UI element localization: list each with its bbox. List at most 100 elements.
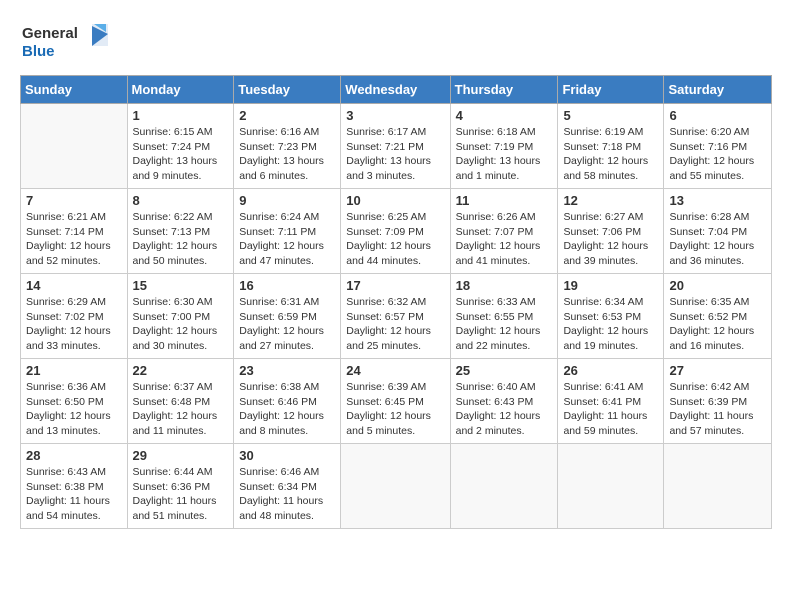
daylight-text: Daylight: 11 hours and 51 minutes. bbox=[133, 495, 217, 522]
daylight-text: Daylight: 12 hours and 2 minutes. bbox=[456, 410, 541, 437]
sunset-text: Sunset: 7:11 PM bbox=[239, 226, 316, 238]
calendar-cell: 4 Sunrise: 6:18 AM Sunset: 7:19 PM Daylight… bbox=[450, 104, 558, 189]
day-header-sunday: Sunday bbox=[21, 76, 128, 104]
calendar-cell: 1Sunrise: 6:15 AMSunset: 7:24 PMDaylight… bbox=[127, 104, 234, 189]
day-number: 30 bbox=[239, 448, 335, 463]
calendar-cell: 11 Sunrise: 6:26 AMSunset: 7:07 PMDayligh… bbox=[450, 189, 558, 274]
svg-text:General: General bbox=[22, 25, 78, 42]
sunrise-text: Sunrise: 6:31 AM bbox=[239, 296, 319, 308]
day-number: 10 bbox=[346, 193, 444, 208]
sunrise-text: Sunrise: 6:18 AM bbox=[456, 126, 536, 138]
sunset-text: Sunset: 7:04 PM bbox=[669, 226, 747, 238]
day-header-saturday: Saturday bbox=[664, 76, 772, 104]
sunrise-text: Sunrise: 6:39 AM bbox=[346, 381, 426, 393]
sunrise-text: Sunrise: 6:36 AM bbox=[26, 381, 106, 393]
sunrise-text: Sunrise: 6:44 AM bbox=[133, 466, 213, 478]
calendar-cell: 7Sunrise: 6:21 AMSunset: 7:14 PMDaylight… bbox=[21, 189, 128, 274]
sunset-text: Sunset: 7:09 PM bbox=[346, 226, 424, 238]
calendar-cell: 26Sunrise: 6:41 AMSunset: 6:41 PMDayligh… bbox=[558, 359, 664, 444]
daylight-text: Daylight: 13 hours and 1 minute. bbox=[456, 155, 541, 182]
daylight-text: Daylight: 12 hours and 19 minutes. bbox=[563, 325, 648, 352]
day-info: Sunrise: 6:22 AMSunset: 7:13 PMDaylight:… bbox=[133, 210, 229, 269]
day-info: Sunrise: 6:36 AMSunset: 6:50 PMDaylight:… bbox=[26, 380, 122, 439]
daylight-text: Daylight: 12 hours and 36 minutes. bbox=[669, 240, 754, 267]
daylight-text: Daylight: 12 hours and 8 minutes. bbox=[239, 410, 324, 437]
day-info: Sunrise: 6:19 AMSunset: 7:18 PMDaylight:… bbox=[563, 125, 658, 184]
day-info: Sunrise: 6:31 AMSunset: 6:59 PMDaylight:… bbox=[239, 295, 335, 354]
day-number: 3 bbox=[346, 108, 444, 123]
sunset-text: Sunset: 7:02 PM bbox=[26, 311, 104, 323]
calendar-table: SundayMondayTuesdayWednesdayThursdayFrid… bbox=[20, 75, 772, 529]
sunrise-text: Sunrise: 6:42 AM bbox=[669, 381, 749, 393]
sunset-text: Sunset: 7:06 PM bbox=[563, 226, 641, 238]
calendar-cell: 18Sunrise: 6:33 AMSunset: 6:55 PMDayligh… bbox=[450, 274, 558, 359]
sunset-text: Sunset: 6:38 PM bbox=[26, 481, 104, 493]
day-info: Sunrise: 6:33 AMSunset: 6:55 PMDaylight:… bbox=[456, 295, 553, 354]
calendar-cell: 5Sunrise: 6:19 AMSunset: 7:18 PMDaylight… bbox=[558, 104, 664, 189]
day-number: 22 bbox=[133, 363, 229, 378]
sunrise-text: Sunrise: 6:34 AM bbox=[563, 296, 643, 308]
sunrise-text: Sunrise: 6:40 AM bbox=[456, 381, 536, 393]
day-number: 4 bbox=[456, 108, 553, 123]
calendar-cell bbox=[341, 444, 450, 529]
calendar-cell: 22 Sunrise: 6:37 AMSunset: 6:48 PMDayligh… bbox=[127, 359, 234, 444]
sunset-text: Sunset: 6:39 PM bbox=[669, 396, 747, 408]
calendar-cell: 19 Sunrise: 6:34 AM Sunset: 6:53 PM Dayligh… bbox=[558, 274, 664, 359]
week-row-5: 28Sunrise: 6:43 AMSunset: 6:38 PMDayligh… bbox=[21, 444, 772, 529]
sunrise-text: Sunrise: 6:16 AM bbox=[239, 126, 319, 138]
day-number: 15 bbox=[133, 278, 229, 293]
daylight-text: Daylight: 13 hours and 9 minutes. bbox=[133, 155, 218, 182]
calendar-cell: 25Sunrise: 6:40 AMSunset: 6:43 PMDayligh… bbox=[450, 359, 558, 444]
daylight-text: Daylight: 12 hours and 27 minutes. bbox=[239, 325, 324, 352]
sunset-text: Sunset: 6:57 PM bbox=[346, 311, 424, 323]
sunset-text: Sunset: 6:43 PM bbox=[456, 396, 534, 408]
daylight-text: Daylight: 12 hours and 16 minutes. bbox=[669, 325, 754, 352]
sunset-text: Sunset: 7:18 PM bbox=[563, 141, 641, 153]
daylight-text: Daylight: 12 hours and 13 minutes. bbox=[26, 410, 111, 437]
daylight-text: Daylight: 12 hours and 47 minutes. bbox=[239, 240, 324, 267]
calendar-cell: 15 Sunrise: 6:30 AMSunset: 7:00 PMDayligh… bbox=[127, 274, 234, 359]
day-number: 2 bbox=[239, 108, 335, 123]
calendar-cell: 10Sunrise: 6:25 AMSunset: 7:09 PMDayligh… bbox=[341, 189, 450, 274]
daylight-text: Daylight: 12 hours and 50 minutes. bbox=[133, 240, 218, 267]
daylight-text: Daylight: 13 hours and 6 minutes. bbox=[239, 155, 324, 182]
sunrise-text: Sunrise: 6:38 AM bbox=[239, 381, 319, 393]
day-header-tuesday: Tuesday bbox=[234, 76, 341, 104]
day-number: 29 bbox=[133, 448, 229, 463]
day-number: 16 bbox=[239, 278, 335, 293]
calendar-cell: 27Sunrise: 6:42 AMSunset: 6:39 PMDayligh… bbox=[664, 359, 772, 444]
calendar-cell: 12Sunrise: 6:27 AMSunset: 7:06 PMDayligh… bbox=[558, 189, 664, 274]
sunrise-text: Sunrise: 6:20 AM bbox=[669, 126, 749, 138]
day-info: Sunrise: 6:35 AMSunset: 6:52 PMDaylight:… bbox=[669, 295, 766, 354]
daylight-text: Daylight: 11 hours and 54 minutes. bbox=[26, 495, 110, 522]
day-number: 11 bbox=[456, 193, 553, 208]
sunrise-text: Sunrise: 6:27 AM bbox=[563, 211, 643, 223]
calendar-cell: 6Sunrise: 6:20 AMSunset: 7:16 PMDaylight… bbox=[664, 104, 772, 189]
calendar-cell bbox=[558, 444, 664, 529]
calendar-cell: 9Sunrise: 6:24 AMSunset: 7:11 PMDaylight… bbox=[234, 189, 341, 274]
sunrise-text: Sunrise: 6:25 AM bbox=[346, 211, 426, 223]
day-info: Sunrise: 6:25 AMSunset: 7:09 PMDaylight:… bbox=[346, 210, 444, 269]
daylight-text: Daylight: 12 hours and 22 minutes. bbox=[456, 325, 541, 352]
daylight-text: Daylight: 11 hours and 57 minutes. bbox=[669, 410, 753, 437]
sunset-text: Sunset: 7:19 PM bbox=[456, 141, 534, 153]
calendar-cell: 2Sunrise: 6:16 AMSunset: 7:23 PMDaylight… bbox=[234, 104, 341, 189]
day-number: 17 bbox=[346, 278, 444, 293]
sunset-text: Sunset: 6:45 PM bbox=[346, 396, 424, 408]
calendar-cell bbox=[664, 444, 772, 529]
header: General Blue bbox=[20, 16, 772, 69]
day-info: Sunrise: 6:26 AMSunset: 7:07 PMDaylight:… bbox=[456, 210, 553, 269]
day-number: 19 bbox=[563, 278, 658, 293]
sunrise-text: Sunrise: 6:29 AM bbox=[26, 296, 106, 308]
day-info: Sunrise: 6:38 AMSunset: 6:46 PMDaylight:… bbox=[239, 380, 335, 439]
sunset-text: Sunset: 6:53 PM bbox=[563, 311, 641, 323]
day-info: Sunrise: 6:30 AMSunset: 7:00 PMDaylight:… bbox=[133, 295, 229, 354]
day-info: Sunrise: 6:24 AMSunset: 7:11 PMDaylight:… bbox=[239, 210, 335, 269]
day-info: Sunrise: 6:37 AMSunset: 6:48 PMDaylight:… bbox=[133, 380, 229, 439]
calendar-cell: 21Sunrise: 6:36 AMSunset: 6:50 PMDayligh… bbox=[21, 359, 128, 444]
day-info: Sunrise: 6:17 AMSunset: 7:21 PMDaylight:… bbox=[346, 125, 444, 184]
sunset-text: Sunset: 6:34 PM bbox=[239, 481, 317, 493]
day-header-wednesday: Wednesday bbox=[341, 76, 450, 104]
calendar-cell: 17Sunrise: 6:32 AMSunset: 6:57 PMDayligh… bbox=[341, 274, 450, 359]
sunrise-text: Sunrise: 6:43 AM bbox=[26, 466, 106, 478]
